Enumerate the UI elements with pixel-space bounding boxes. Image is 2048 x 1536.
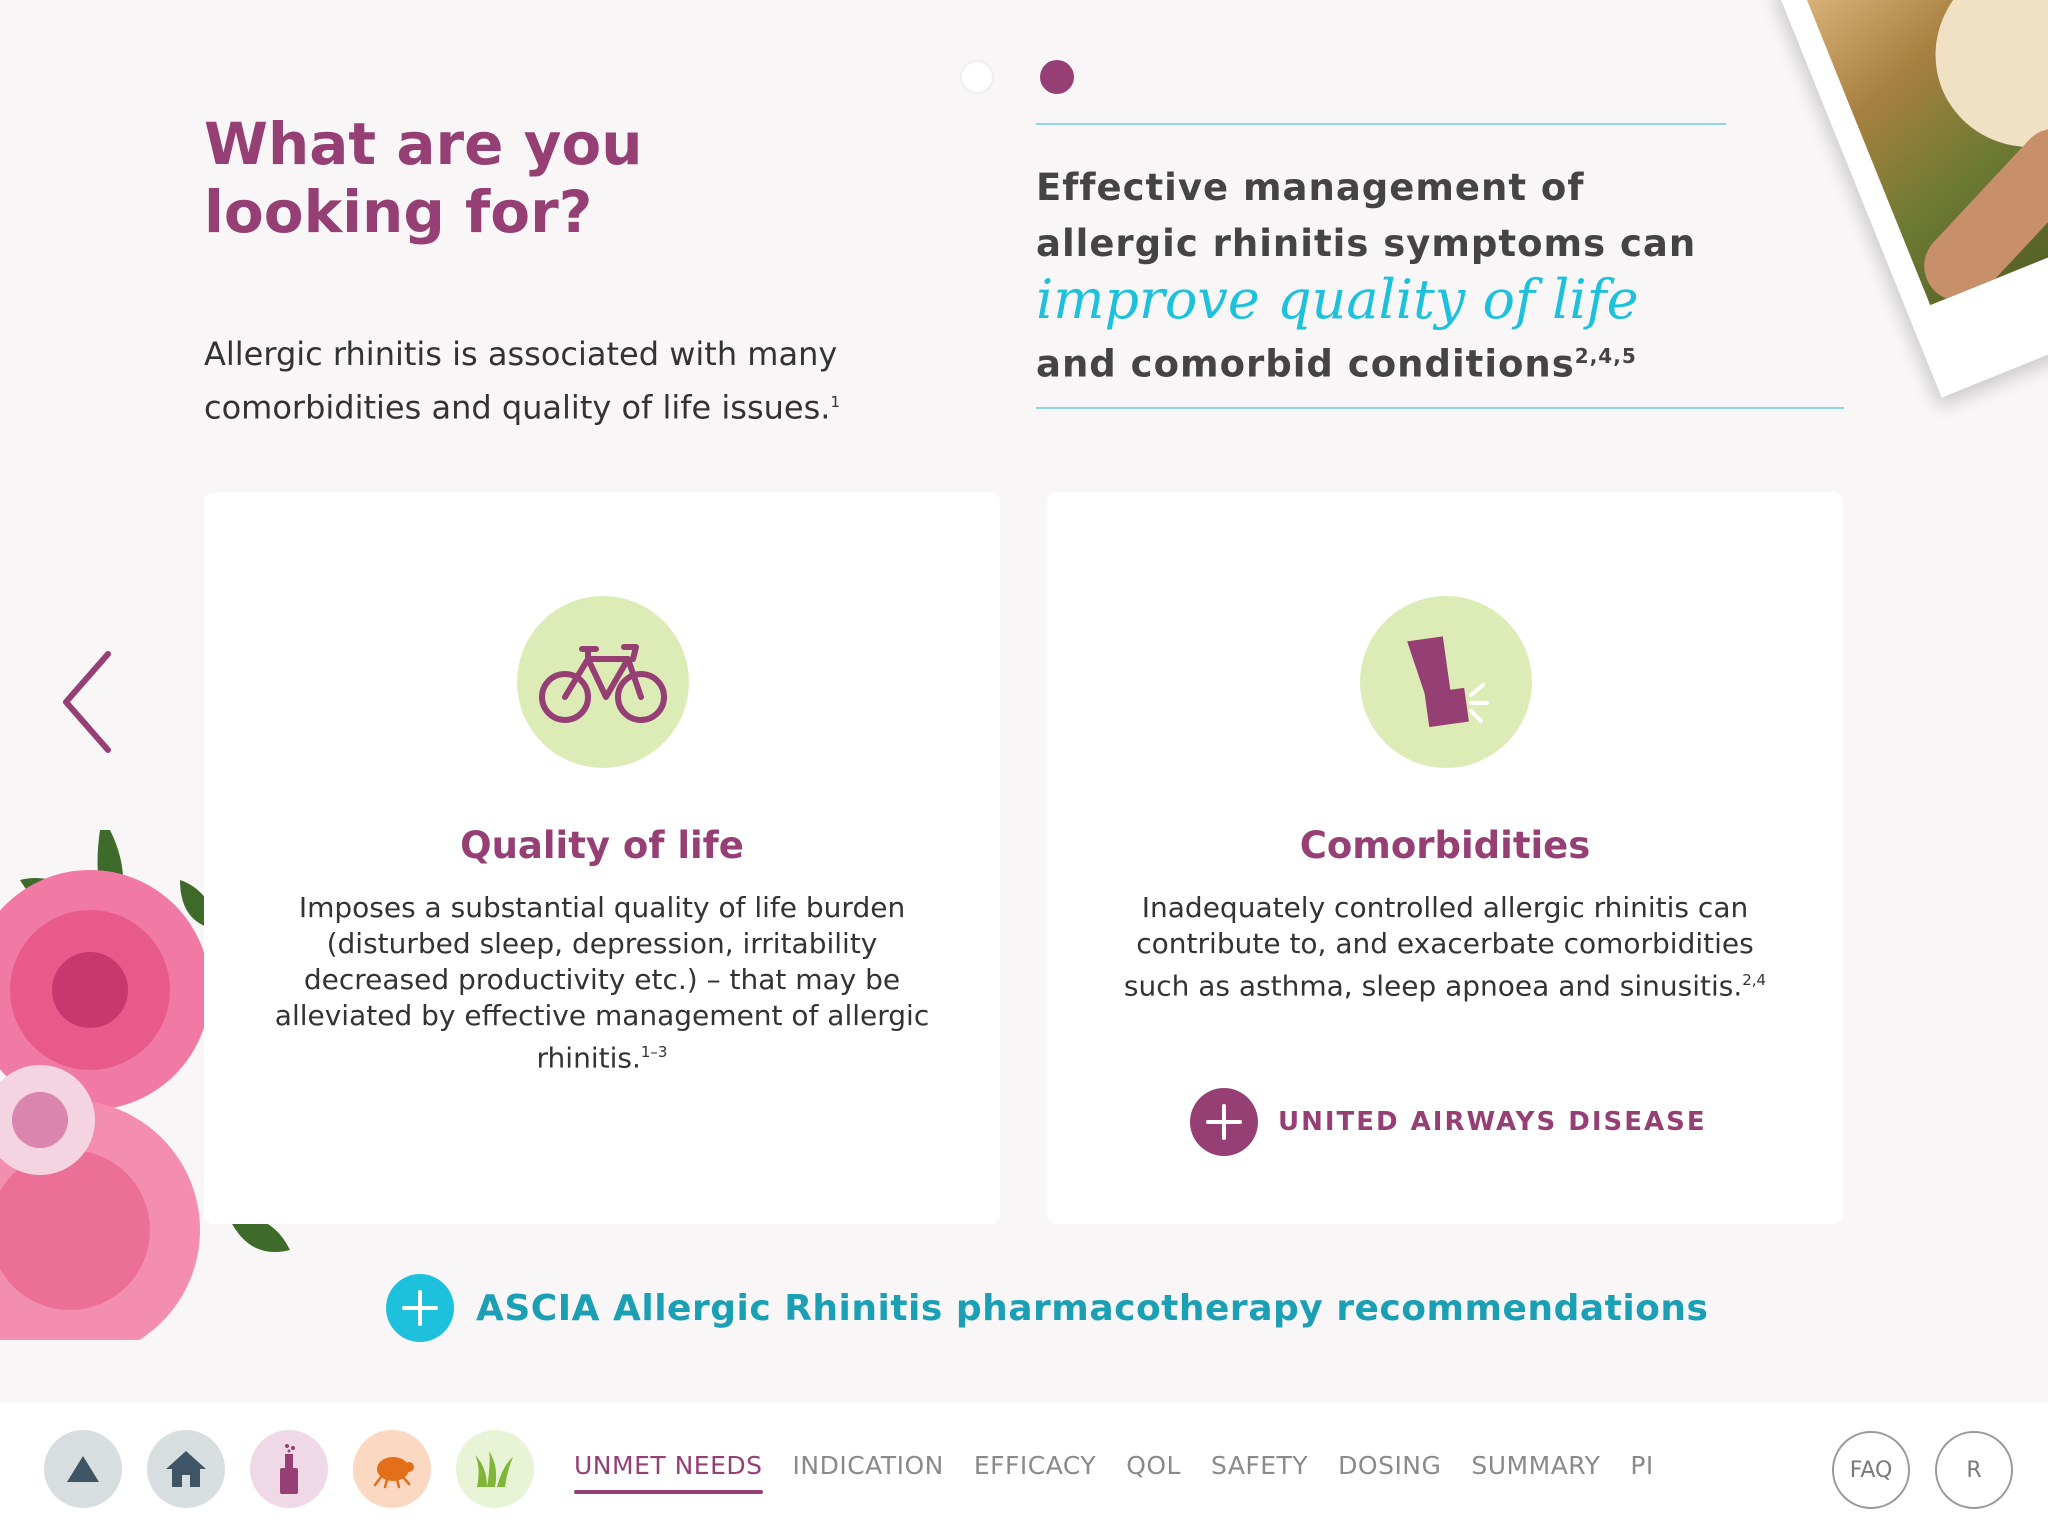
dog-photo-icon: [1806, 0, 2048, 306]
page-title: What are you looking for?: [204, 110, 643, 246]
nav-link-efficacy[interactable]: EFFICACY: [974, 1451, 1096, 1490]
card-body-text: Imposes a substantial quality of life bu…: [274, 891, 930, 1075]
nav-link-summary[interactable]: SUMMARY: [1471, 1451, 1600, 1490]
dog-photo-polaroid: [1775, 0, 2048, 398]
pagination-dots: [960, 60, 1074, 94]
section-nav-links: UNMET NEEDS INDICATION EFFICACY QOL SAFE…: [574, 1451, 1684, 1494]
plus-icon[interactable]: [386, 1274, 454, 1342]
intro-ref: 1: [830, 393, 840, 411]
home-icon[interactable]: [147, 1430, 225, 1508]
card-ref: 1–3: [640, 1043, 668, 1061]
pagination-dot-1[interactable]: [960, 60, 994, 94]
card-body-text: Inadequately controlled allergic rhiniti…: [1123, 891, 1754, 1003]
nav-link-pi[interactable]: PI: [1630, 1451, 1653, 1490]
card-comorbidities: Comorbidities Inadequately controlled al…: [1047, 492, 1843, 1224]
dust-mite-icon[interactable]: [353, 1430, 431, 1508]
intro-body: Allergic rhinitis is associated with man…: [204, 335, 838, 427]
statement-line-3-text: and comorbid conditions: [1036, 342, 1575, 386]
ascia-recommendations-button[interactable]: ASCIA Allergic Rhinitis pharmacotherapy …: [386, 1274, 1708, 1342]
statement-line-2: allergic rhinitis symptoms can: [1036, 222, 1697, 265]
statement-line-3: and comorbid conditions2,4,5: [1036, 328, 1736, 392]
references-button[interactable]: R: [1935, 1431, 2013, 1509]
grass-icon[interactable]: [456, 1430, 534, 1508]
card-ref: 2,4: [1742, 971, 1767, 989]
ascia-recommendations-label[interactable]: ASCIA Allergic Rhinitis pharmacotherapy …: [476, 1288, 1708, 1329]
statement-top-rule: [1036, 123, 1726, 125]
faq-button[interactable]: FAQ: [1832, 1431, 1910, 1509]
card-title-comorbidities: Comorbidities: [1299, 824, 1591, 867]
statement-line-1: Effective management of: [1036, 166, 1585, 209]
intro-text: Allergic rhinitis is associated with man…: [204, 330, 924, 432]
inhaler-icon: [1360, 596, 1532, 768]
card-body-quality-of-life: Imposes a substantial quality of life bu…: [264, 890, 940, 1076]
statement-highlight: improve quality of life: [1036, 268, 1639, 331]
united-airways-disease-label[interactable]: UNITED AIRWAYS DISEASE: [1278, 1107, 1707, 1137]
statement-bottom-rule: [1036, 407, 1844, 409]
nav-link-safety[interactable]: SAFETY: [1211, 1451, 1308, 1490]
nav-link-dosing[interactable]: DOSING: [1338, 1451, 1441, 1490]
card-body-comorbidities: Inadequately controlled allergic rhiniti…: [1107, 890, 1783, 1004]
card-title-quality-of-life: Quality of life: [460, 824, 744, 867]
card-quality-of-life: Quality of life Imposes a substantial qu…: [204, 492, 1000, 1224]
nav-link-unmet-needs[interactable]: UNMET NEEDS: [574, 1451, 763, 1494]
united-airways-disease-button[interactable]: UNITED AIRWAYS DISEASE: [1190, 1088, 1707, 1156]
spray-bottle-icon[interactable]: [250, 1430, 328, 1508]
statement-block: Effective management of allergic rhiniti…: [1036, 160, 1736, 392]
hand-shape: [1909, 114, 2048, 306]
chevron-left-icon[interactable]: [58, 650, 118, 754]
pagination-dot-2-active[interactable]: [1040, 60, 1074, 94]
bicycle-icon: [517, 596, 689, 768]
plus-icon[interactable]: [1190, 1088, 1258, 1156]
top-triangle-icon[interactable]: [44, 1430, 122, 1508]
nav-link-indication[interactable]: INDICATION: [793, 1451, 944, 1490]
statement-ref: 2,4,5: [1574, 344, 1637, 368]
bottom-navigation: UNMET NEEDS INDICATION EFFICACY QOL SAFE…: [0, 1403, 2048, 1536]
nav-link-qol[interactable]: QOL: [1126, 1451, 1181, 1490]
